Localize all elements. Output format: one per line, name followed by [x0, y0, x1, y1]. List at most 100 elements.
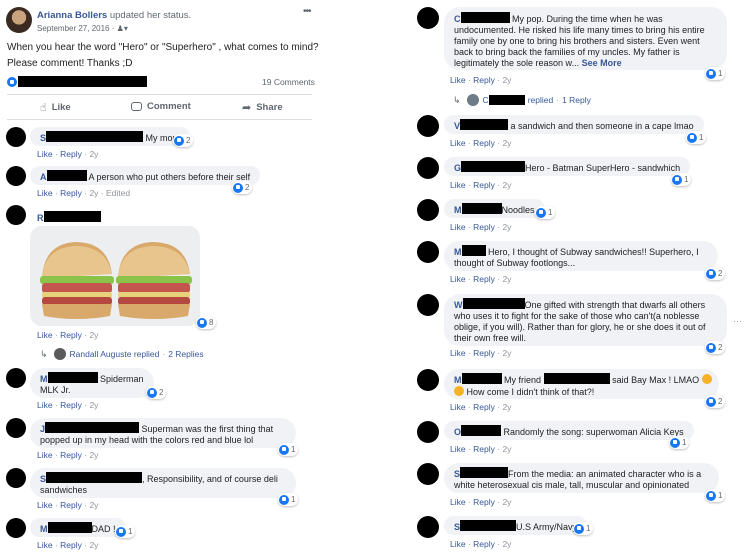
commenter-name[interactable]: O	[454, 427, 461, 437]
comment-time[interactable]: 2y	[502, 180, 511, 190]
reply-link[interactable]: Reply	[473, 539, 495, 549]
reaction-count[interactable]: 1	[669, 436, 690, 449]
reaction-count[interactable]: 2	[173, 134, 194, 147]
commenter-avatar[interactable]	[6, 368, 26, 388]
like-link[interactable]: Like	[450, 138, 466, 148]
like-link[interactable]: Like	[450, 497, 466, 507]
like-link[interactable]: Like	[450, 75, 466, 85]
reply-count[interactable]: 1 Reply	[562, 95, 591, 105]
reply-link[interactable]: Reply	[473, 402, 495, 412]
post-date[interactable]: September 27, 2016	[37, 24, 110, 33]
reaction-count[interactable]: 2	[232, 181, 253, 194]
reaction-count[interactable]: 1	[705, 489, 726, 502]
comment-time[interactable]: 2y	[502, 497, 511, 507]
reply-link[interactable]: Reply	[473, 444, 495, 454]
commenter-avatar[interactable]	[417, 157, 439, 179]
comment-time[interactable]: 2y	[502, 444, 511, 454]
like-link[interactable]: Like	[37, 500, 53, 510]
comment-time[interactable]: 2y	[89, 330, 98, 340]
reaction-count[interactable]: 1	[115, 525, 136, 538]
comment-time[interactable]: 2y	[89, 400, 98, 410]
commenter-name[interactable]: M	[454, 205, 462, 215]
reply-link[interactable]: Reply	[473, 222, 495, 232]
reaction-count[interactable]: 2	[705, 395, 726, 408]
reaction-count[interactable]: 2	[705, 341, 726, 354]
comment-options-icon[interactable]: ···	[733, 316, 742, 326]
sandwich-photo[interactable]	[30, 226, 200, 326]
comment-time[interactable]: 2y	[502, 402, 511, 412]
commenter-avatar[interactable]	[417, 369, 439, 391]
reaction-count[interactable]: 1	[278, 443, 299, 456]
reaction-count[interactable]: 1	[278, 493, 299, 506]
comment-time[interactable]: 2y	[502, 75, 511, 85]
author-avatar[interactable]	[6, 7, 32, 33]
reply-link[interactable]: Reply	[473, 274, 495, 284]
comment-time[interactable]: 2y	[502, 138, 511, 148]
view-replies[interactable]: ↳ Randall Auguste replied · 2 Replies	[40, 348, 204, 360]
commenter-avatar[interactable]	[417, 7, 439, 29]
comment-time[interactable]: 2y	[89, 450, 98, 460]
commenter-avatar[interactable]	[6, 205, 26, 225]
commenter-avatar[interactable]	[6, 166, 26, 186]
comment-time[interactable]: 2y	[89, 540, 98, 550]
reply-link[interactable]: Reply	[473, 497, 495, 507]
reply-link[interactable]: Reply	[473, 75, 495, 85]
share-button[interactable]: ➦ Share	[242, 101, 283, 114]
author-name[interactable]: Arianna Bollers	[37, 10, 107, 21]
like-link[interactable]: Like	[37, 540, 53, 550]
view-replies[interactable]: ↳ C replied · 1 Reply	[453, 94, 591, 106]
commenter-name[interactable]: M	[40, 524, 48, 534]
replier-name[interactable]: Randall Auguste replied	[70, 349, 160, 359]
like-link[interactable]: Like	[450, 539, 466, 549]
comments-count[interactable]: 19 Comments	[262, 77, 315, 87]
reaction-count[interactable]: 2	[146, 386, 167, 399]
reaction-count[interactable]: 1	[671, 173, 692, 186]
reaction-count[interactable]: 1	[705, 67, 726, 80]
friends-icon[interactable]: ♟▾	[117, 24, 128, 33]
commenter-avatar[interactable]	[417, 516, 439, 538]
commenter-avatar[interactable]	[6, 468, 26, 488]
like-link[interactable]: Like	[450, 222, 466, 232]
commenter-name[interactable]: M	[454, 375, 462, 385]
reply-link[interactable]: Reply	[60, 188, 82, 198]
commenter-avatar[interactable]	[417, 463, 439, 485]
reply-link[interactable]: Reply	[60, 149, 82, 159]
reaction-count[interactable]: 1	[573, 522, 594, 535]
comment-time[interactable]: 2y	[89, 149, 98, 159]
reaction-count[interactable]: 1	[535, 206, 556, 219]
reaction-count[interactable]: 1	[686, 131, 707, 144]
like-link[interactable]: Like	[37, 149, 53, 159]
like-link[interactable]: Like	[450, 402, 466, 412]
see-more-link[interactable]: See More	[582, 58, 622, 68]
reply-link[interactable]: Reply	[473, 348, 495, 358]
comment-time[interactable]: 2y	[89, 500, 98, 510]
reply-link[interactable]: Reply	[60, 500, 82, 510]
comment-time[interactable]: 2y	[502, 539, 511, 549]
comment-time[interactable]: 2y	[502, 348, 511, 358]
reply-link[interactable]: Reply	[60, 330, 82, 340]
commenter-avatar[interactable]	[417, 294, 439, 316]
commenter-avatar[interactable]	[417, 421, 439, 443]
like-link[interactable]: Like	[450, 180, 466, 190]
commenter-name[interactable]: W	[454, 300, 463, 310]
reply-count[interactable]: 2 Replies	[168, 349, 203, 359]
commenter-name[interactable]: G	[454, 163, 461, 173]
like-link[interactable]: Like	[37, 450, 53, 460]
like-link[interactable]: Like	[450, 444, 466, 454]
comment-button[interactable]: Comment	[131, 101, 191, 112]
reply-link[interactable]: Reply	[473, 138, 495, 148]
reaction-count[interactable]: 2	[705, 267, 726, 280]
comment-time[interactable]: 2y	[502, 274, 511, 284]
like-link[interactable]: Like	[37, 400, 53, 410]
commenter-name[interactable]: M	[40, 374, 48, 384]
commenter-avatar[interactable]	[6, 518, 26, 538]
like-link[interactable]: Like	[37, 330, 53, 340]
reply-link[interactable]: Reply	[473, 180, 495, 190]
commenter-avatar[interactable]	[6, 418, 26, 438]
commenter-avatar[interactable]	[6, 127, 26, 147]
commenter-name[interactable]: M	[454, 247, 462, 257]
reply-link[interactable]: Reply	[60, 450, 82, 460]
reply-link[interactable]: Reply	[60, 540, 82, 550]
like-link[interactable]: Like	[450, 348, 466, 358]
post-options-icon[interactable]: •••	[303, 6, 311, 17]
